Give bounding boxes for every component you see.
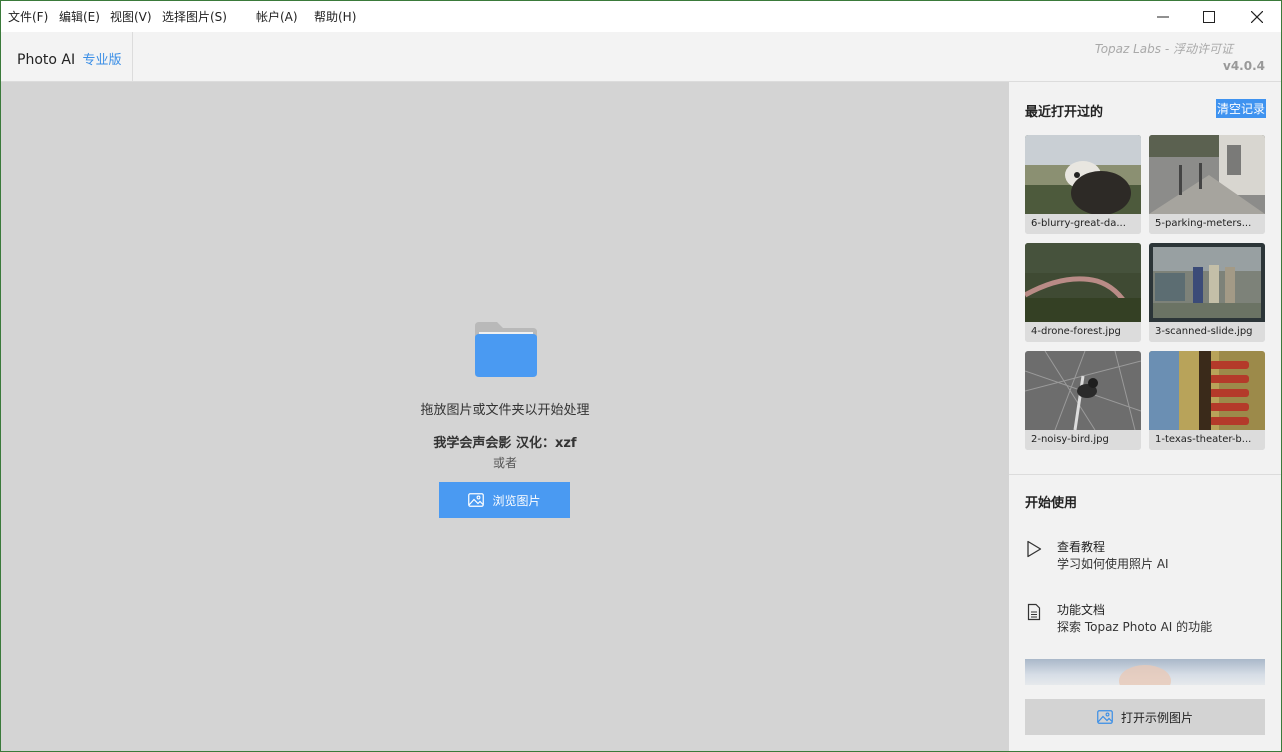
recent-file-name: 2-noisy-bird.jpg (1025, 430, 1141, 450)
documentation-subtitle: 探索 Topaz Photo AI 的功能 (1057, 620, 1213, 634)
recent-file-image (1149, 243, 1265, 322)
recent-file-name: 5-parking-meters... (1149, 214, 1265, 234)
brand-cell: Photo AI 专业版 (1, 32, 133, 81)
credit-text: 我学会声会影 汉化：xzf (433, 436, 577, 451)
recent-file-thumbnail[interactable]: 2-noisy-bird.jpg (1025, 351, 1141, 450)
sample-image-preview (1025, 659, 1265, 685)
play-icon (1027, 540, 1042, 558)
menu-help[interactable]: 帮助(H) (314, 8, 356, 25)
recent-file-name: 4-drone-forest.jpg (1025, 322, 1141, 342)
sidebar: 最近打开过的 清空记录 6-blurry-great-da... 5-parki… (1009, 82, 1281, 751)
drop-instruction: 拖放图片或文件夹以开始处理 (420, 403, 590, 418)
recent-file-image (1025, 135, 1141, 214)
menu-file[interactable]: 文件(F) (8, 8, 48, 25)
documentation-title: 功能文档 (1057, 603, 1106, 617)
recent-file-thumbnail[interactable]: 4-drone-forest.jpg (1025, 243, 1141, 342)
clear-history-button[interactable]: 清空记录 (1215, 99, 1266, 118)
app-brand: Photo AI 专业版 (17, 49, 122, 68)
maximize-button[interactable] (1186, 1, 1232, 32)
browse-images-label: 浏览图片 (492, 493, 541, 508)
recent-file-name: 1-texas-theater-b... (1149, 430, 1265, 450)
license-text: Topaz Labs - 浮动许可证 (1094, 42, 1233, 56)
app-name: Photo AI (17, 52, 76, 68)
recent-file-thumbnail[interactable]: 1-texas-theater-b... (1149, 351, 1265, 450)
minimize-button[interactable] (1140, 1, 1186, 32)
recent-file-thumbnail[interactable]: 5-parking-meters... (1149, 135, 1265, 234)
menu-select-image[interactable]: 选择图片(S) (162, 8, 227, 25)
recent-file-name: 3-scanned-slide.jpg (1149, 322, 1265, 342)
maximize-icon (1203, 10, 1215, 23)
document-icon (1027, 603, 1041, 621)
app-header: Photo AI 专业版 Topaz Labs - 浮动许可证 v4.0.4 (1, 32, 1281, 82)
close-icon (1251, 10, 1263, 23)
folder-icon (475, 322, 537, 377)
sidebar-divider (1009, 474, 1281, 475)
tutorial-title: 查看教程 (1057, 540, 1106, 554)
menu-bar: 文件(F) 编辑(E) 视图(V) 选择图片(S) 帐户(A) 帮助(H) (1, 1, 1281, 32)
menu-edit[interactable]: 编辑(E) (59, 8, 100, 25)
menu-view[interactable]: 视图(V) (110, 8, 152, 25)
close-button[interactable] (1234, 1, 1280, 32)
recent-file-thumbnail[interactable]: 6-blurry-great-da... (1025, 135, 1141, 234)
recent-title: 最近打开过的 (1025, 105, 1104, 120)
recent-file-image (1149, 135, 1265, 214)
image-icon (1097, 710, 1113, 724)
or-text: 或者 (492, 456, 517, 470)
recent-file-image (1025, 243, 1141, 322)
open-sample-button[interactable]: 打开示例图片 (1025, 699, 1265, 735)
tutorial-link[interactable]: 查看教程 学习如何使用照片 AI (1025, 538, 1265, 578)
image-icon (468, 493, 485, 507)
recent-file-name: 6-blurry-great-da... (1025, 214, 1141, 234)
sample-image-graphic (1119, 665, 1171, 685)
open-sample-label: 打开示例图片 (1120, 710, 1193, 725)
minimize-icon (1157, 16, 1169, 17)
browse-images-button[interactable]: 浏览图片 (439, 482, 570, 518)
app-window: 文件(F) 编辑(E) 视图(V) 选择图片(S) 帐户(A) 帮助(H) Ph… (0, 0, 1282, 752)
edition-label: 专业版 (82, 53, 122, 68)
recent-file-image (1149, 351, 1265, 430)
recent-file-image (1025, 351, 1141, 430)
menu-account[interactable]: 帐户(A) (256, 8, 298, 25)
version-text: v4.0.4 (1223, 59, 1265, 73)
recent-file-thumbnail[interactable]: 3-scanned-slide.jpg (1149, 243, 1265, 342)
tutorial-subtitle: 学习如何使用照片 AI (1057, 557, 1169, 571)
documentation-link[interactable]: 功能文档 探索 Topaz Photo AI 的功能 (1025, 601, 1265, 641)
drop-area[interactable]: 拖放图片或文件夹以开始处理 我学会声会影 汉化：xzf 或者 浏览图片 (1, 82, 1009, 751)
get-started-title: 开始使用 (1025, 496, 1078, 511)
